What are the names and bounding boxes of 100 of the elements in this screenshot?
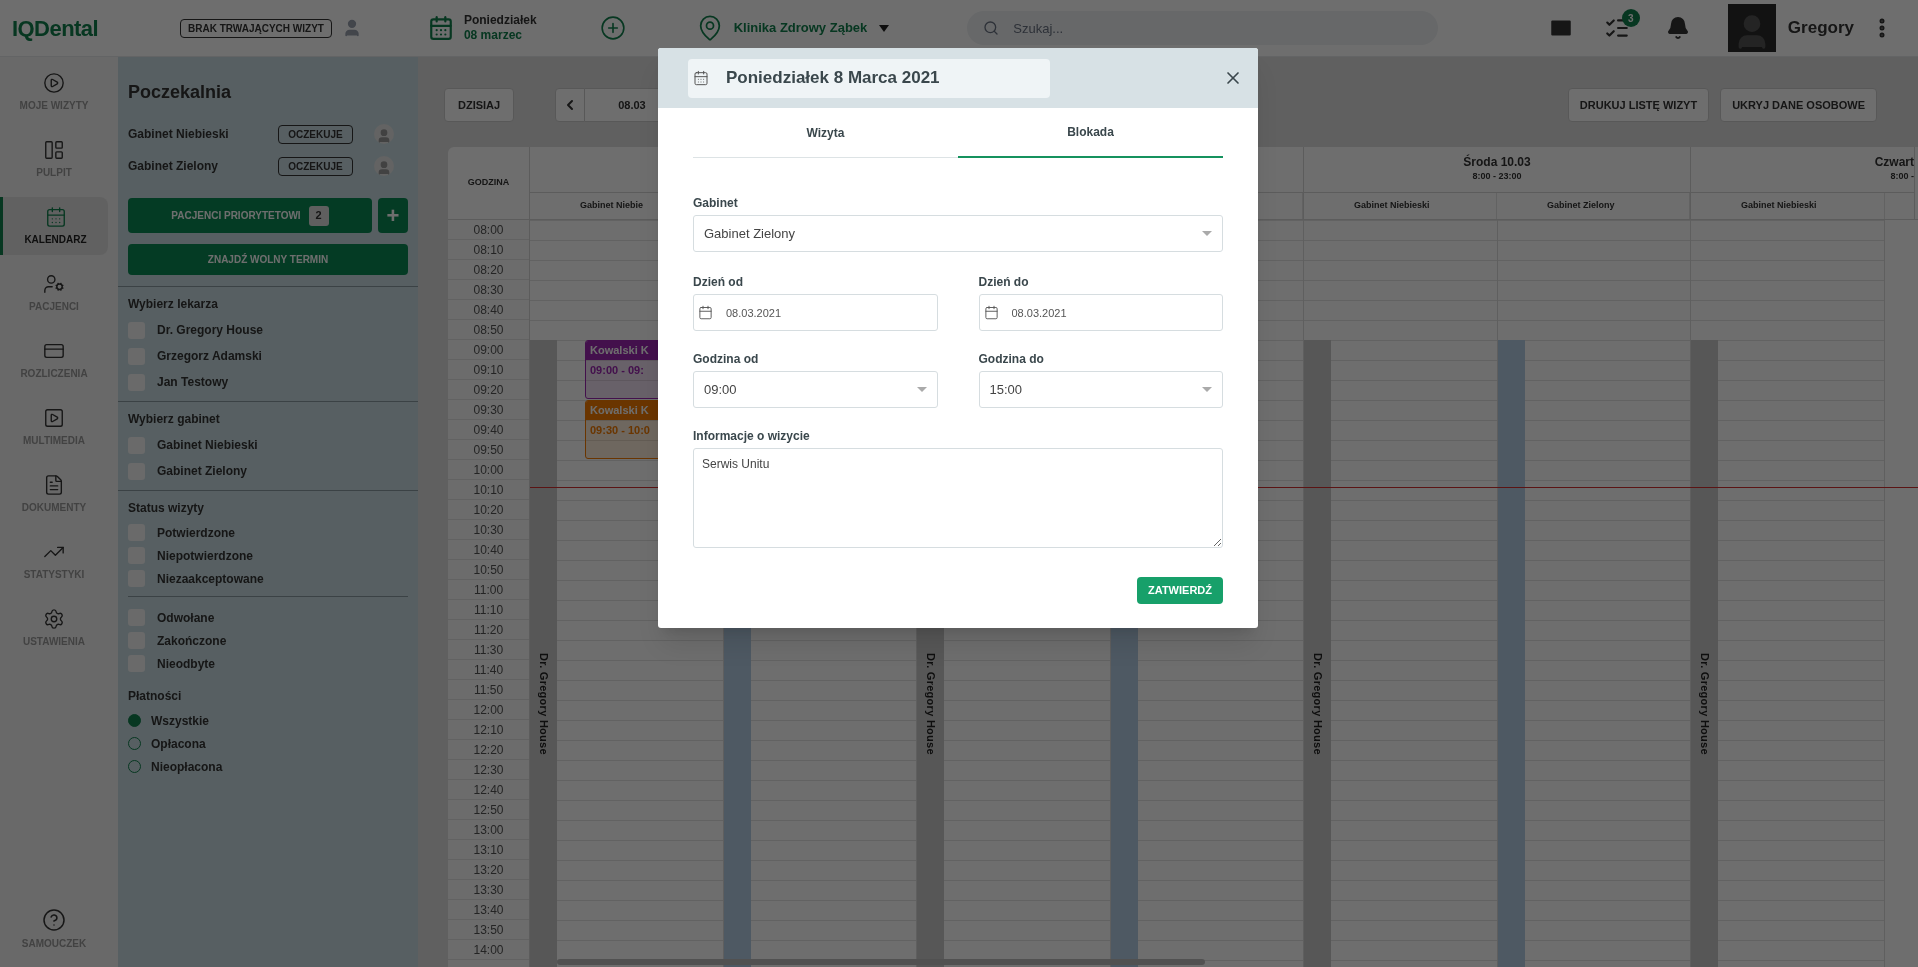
tab[interactable]: Wizyta	[693, 108, 958, 158]
room-header: Gabinet Niebie	[580, 199, 643, 213]
time-label: 13:10	[473, 841, 504, 859]
action-button[interactable]: DRUKUJ LISTĘ WIZYT	[1567, 88, 1710, 122]
room-name: Gabinet Niebieski	[128, 126, 230, 143]
today-button[interactable]: DZISIAJ	[444, 88, 515, 122]
status-badge: OCZEKUJE	[278, 124, 353, 144]
calendar-icon	[698, 305, 713, 320]
caret-icon	[1202, 231, 1212, 236]
calendar-icon	[44, 205, 67, 228]
time-label: 08:40	[473, 301, 504, 319]
time-label: 10:30	[473, 521, 504, 539]
date-field[interactable]: 08.03.2021	[978, 294, 1223, 331]
video-icon	[43, 406, 65, 429]
time-label: 12:50	[473, 801, 504, 819]
select-field[interactable]: Gabinet Zielony	[693, 215, 1223, 252]
room-name: Gabinet Zielony	[128, 158, 219, 175]
time-label: 11:10	[473, 601, 504, 619]
play-icon	[43, 71, 65, 94]
users-icon	[43, 272, 65, 295]
add-icon[interactable]	[599, 15, 626, 41]
clinic-dropdown[interactable]: Klinika Zdrowy Ząbek	[733, 18, 890, 38]
date-field[interactable]: 08.03.2021	[693, 294, 938, 331]
time-label: 13:20	[473, 861, 504, 879]
checkbox-label: Nieodbyte	[157, 655, 215, 673]
add-button[interactable]: +	[378, 198, 408, 233]
time-label: 13:00	[473, 821, 504, 839]
checkbox-label: Jan Testowy	[157, 374, 229, 391]
time-label: 10:20	[473, 501, 504, 519]
help-icon	[42, 908, 66, 932]
user-name: Gregory	[1787, 17, 1854, 40]
caret-icon	[916, 387, 927, 392]
time-label: 11:20	[473, 621, 504, 639]
search-field[interactable]: Szukaj...	[967, 11, 1439, 45]
time-label: 08:30	[473, 281, 504, 299]
time-label: 11:40	[473, 661, 504, 679]
time-label: 10:40	[473, 541, 504, 559]
visit-status-badge: BRAK TRWAJĄCYCH WIZYT	[180, 18, 332, 38]
time-label: 13:40	[473, 901, 504, 919]
layout-icon	[43, 138, 65, 161]
time-label: 13:30	[473, 881, 504, 899]
priority-patients-button[interactable]: PACJENCI PRIORYTETOWI 2	[128, 198, 372, 233]
tasks-count-badge: 3	[1621, 9, 1640, 27]
time-label: 08:50	[473, 321, 504, 339]
field-label: Dzień do	[978, 274, 1030, 291]
patient-name: Kowalski K	[590, 403, 649, 419]
select-field[interactable]: 09:00	[693, 371, 938, 408]
time-label: 11:50	[473, 681, 504, 699]
text-area[interactable]: Serwis Unitu	[693, 448, 1223, 548]
filter-title: Status wizyty	[128, 500, 206, 517]
submit-button[interactable]: ZATWIERDŹ	[1137, 577, 1223, 604]
time-label: 09:20	[473, 381, 504, 399]
calendar-icon[interactable]	[427, 15, 454, 41]
time-label: 08:10	[473, 241, 504, 259]
bell-icon[interactable]	[1665, 16, 1690, 40]
patient-name: Kowalski K	[590, 343, 649, 359]
document-icon	[43, 473, 65, 496]
room-header: Gabinet Niebieski	[1741, 199, 1817, 213]
logo: IQDental	[12, 14, 100, 43]
day-hours: 8:00 -	[1890, 170, 1914, 184]
day-title: Środa 10.03	[1463, 155, 1531, 171]
select-field[interactable]: 15:00	[978, 371, 1223, 408]
time-label: 10:50	[473, 561, 504, 579]
checkbox-label: Zakończone	[157, 632, 227, 650]
column-header: GODZINA	[467, 176, 510, 190]
room-header: Gabinet Zielony	[1547, 199, 1615, 213]
time-label: 09:10	[473, 361, 504, 379]
doctor-name: Dr. Gregory House	[1310, 652, 1325, 755]
time-label: 12:30	[473, 761, 504, 779]
radio-label: Wszystkie	[151, 712, 210, 730]
time-label: 10:10	[473, 481, 504, 499]
time-label: 10:00	[473, 461, 504, 479]
field-label: Dzień od	[693, 274, 744, 291]
radio-label: Opłacona	[151, 735, 206, 753]
dialog-title: Poniedziałek 8 Marca 2021	[726, 67, 940, 90]
room-header: Gabinet Niebieski	[1354, 199, 1430, 213]
filter-title: Wybierz gabinet	[128, 411, 221, 428]
caret-icon	[879, 24, 890, 32]
radio-button[interactable]	[128, 714, 141, 727]
previous-button[interactable]	[555, 88, 586, 122]
field-label: Gabinet	[693, 195, 739, 212]
time-label: 12:00	[473, 701, 504, 719]
status-badge: OCZEKUJE	[278, 156, 353, 176]
action-button[interactable]: UKRYJ DANE OSOBOWE	[1720, 88, 1877, 122]
find-slot-button[interactable]: ZNAJDŹ WOLNY TERMIN	[128, 244, 408, 275]
checkbox-label: Niepotwierdzone	[157, 547, 253, 565]
time-label: 08:00	[473, 221, 504, 239]
doctor-name: Dr. Gregory House	[923, 652, 938, 755]
doctor-name: Dr. Gregory House	[536, 652, 551, 755]
time-label: 11:30	[473, 641, 504, 659]
checkbox-label: Niezaakceptowane	[157, 570, 264, 588]
appointment-time: 09:00 - 09:	[589, 363, 645, 378]
avatar[interactable]	[1727, 4, 1776, 52]
tab[interactable]: Blokada	[958, 108, 1223, 158]
nav-item[interactable]: KALENDARZ	[0, 197, 108, 255]
checkbox-label: Gabinet Niebieski	[157, 437, 258, 454]
field-label: Godzina od	[693, 351, 760, 368]
doctor-name: Dr. Gregory House	[1697, 652, 1712, 755]
scrollbar[interactable]	[557, 959, 1205, 965]
time-label: 13:50	[473, 921, 504, 939]
